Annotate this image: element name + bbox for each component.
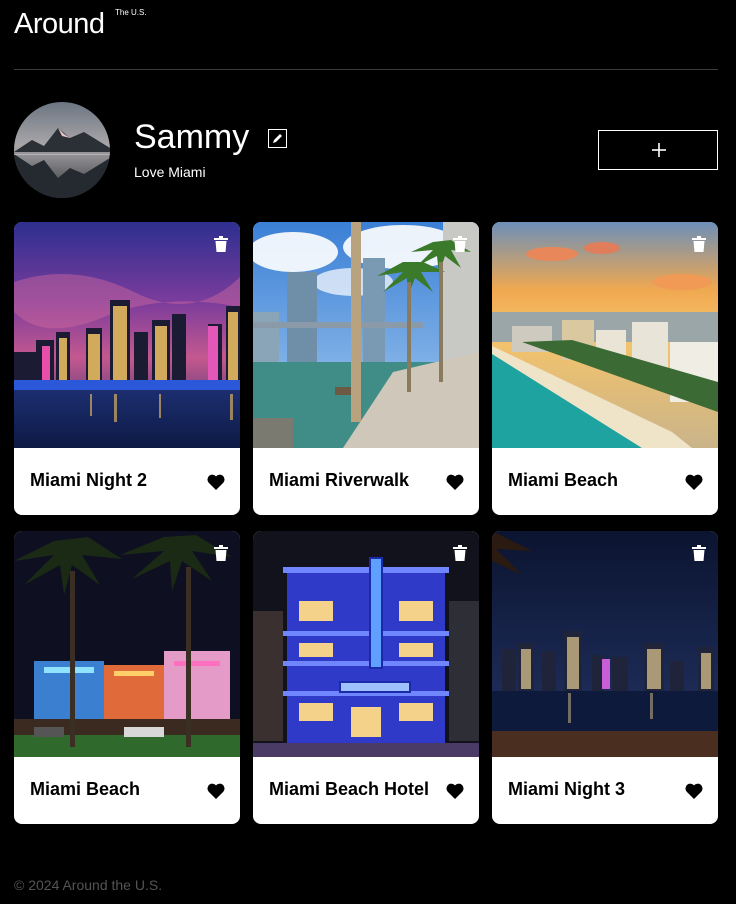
heart-icon[interactable] — [685, 474, 703, 490]
card: Miami Beach — [492, 222, 718, 515]
card-title: Miami Beach Hotel — [269, 779, 430, 799]
logo: Around — [14, 8, 105, 40]
card-image[interactable] — [253, 222, 479, 448]
trash-icon[interactable] — [214, 236, 228, 252]
logo-superscript: The U.S. — [115, 8, 147, 17]
card: Miami Beach Hotel — [253, 531, 479, 824]
plus-icon — [652, 143, 666, 157]
avatar[interactable] — [14, 102, 110, 198]
card-image[interactable] — [492, 531, 718, 757]
card-title: Miami Night 3 — [508, 779, 626, 799]
footer-copyright: © 2024 Around the U.S. — [14, 877, 163, 893]
profile: Sammy Love Miami — [14, 102, 718, 198]
card: Miami Night 3 — [492, 531, 718, 824]
card-title: Miami Beach — [30, 779, 141, 799]
heart-icon[interactable] — [446, 783, 464, 799]
site-header: Around The U.S. — [14, 0, 718, 70]
trash-icon[interactable] — [692, 545, 706, 561]
profile-about: Love Miami — [134, 164, 206, 180]
card-image[interactable] — [14, 531, 240, 757]
card: Miami Riverwalk — [253, 222, 479, 515]
trash-icon[interactable] — [453, 236, 467, 252]
card-title: Miami Beach — [508, 470, 619, 490]
card-image[interactable] — [253, 531, 479, 757]
card: Miami Night 2 — [14, 222, 240, 515]
heart-icon[interactable] — [207, 783, 225, 799]
heart-icon[interactable] — [446, 474, 464, 490]
profile-name: Sammy — [134, 118, 250, 156]
trash-icon[interactable] — [453, 545, 467, 561]
card-title: Miami Night 2 — [30, 470, 148, 490]
trash-icon[interactable] — [214, 545, 228, 561]
edit-profile-button[interactable] — [268, 129, 287, 148]
heart-icon[interactable] — [685, 783, 703, 799]
card-title: Miami Riverwalk — [269, 470, 410, 490]
footer: © 2024 Around the U.S. — [14, 877, 162, 893]
card-image[interactable] — [492, 222, 718, 448]
card-image[interactable] — [14, 222, 240, 448]
add-card-button[interactable] — [598, 130, 718, 170]
pencil-icon — [273, 134, 282, 143]
card: Miami Beach — [14, 531, 240, 824]
trash-icon[interactable] — [692, 236, 706, 252]
heart-icon[interactable] — [207, 474, 225, 490]
